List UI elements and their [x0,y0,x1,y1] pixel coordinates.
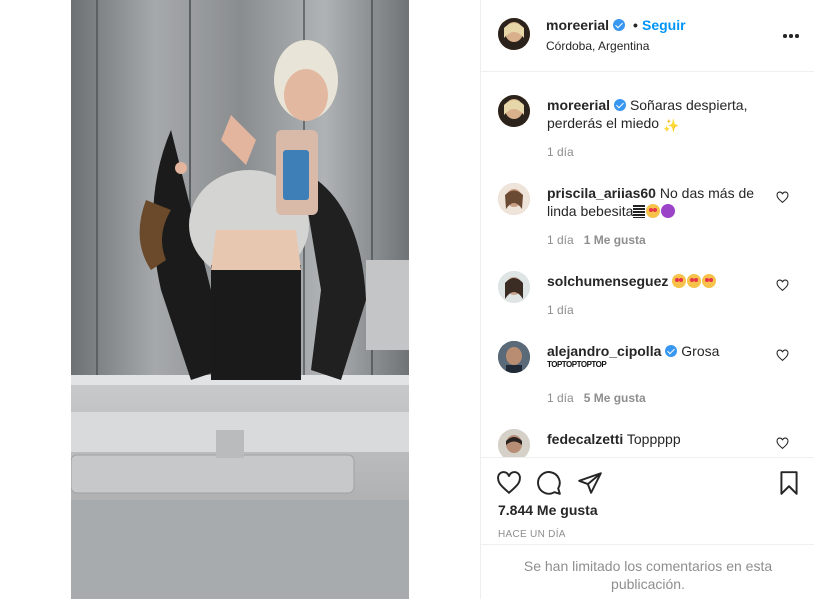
verified-icon [665,345,678,357]
post-time[interactable]: Hace un día [498,529,566,540]
verified-icon [614,99,627,111]
comments-list[interactable]: moreerial Soñaras despierta, perderás el… [481,73,814,457]
heart-eyes-icon [702,274,717,288]
devil-icon [661,204,676,218]
comment-meta: 1 día [547,145,574,159]
avatar-image [498,95,530,127]
comment-text: fedecalzetti Toppppp [547,430,767,448]
comment-meta: 1 día 5 Me gusta [547,391,646,405]
comment-likes[interactable]: 1 Me gusta [584,233,646,247]
comment-time[interactable]: 1 día [547,145,574,159]
comment-username[interactable]: alejandro_cipolla [547,343,661,359]
commenter-avatar[interactable] [498,429,530,457]
avatar-image [498,183,530,215]
sparkles-icon: ✨ [662,118,680,133]
comment-likes[interactable]: 5 Me gusta [584,391,646,405]
avatar-image [498,271,530,303]
post-actions: 7.844 Me gusta Hace un día Se han limita… [481,457,814,599]
comment-text: solchumenseguez [547,272,767,290]
media-pane [0,0,480,599]
comment-text: alejandro_cipolla Grosa TOPTOPTOPTOP [547,342,767,369]
elevator-selfie-image [71,0,409,599]
heart-eyes-icon [672,274,687,288]
more-options-icon[interactable] [783,34,799,38]
caption-avatar[interactable] [498,95,530,127]
like-comment-heart-icon[interactable] [776,437,789,450]
bookmark-icon[interactable] [776,470,802,496]
comment-text: priscila_ariias60 No das más de linda be… [547,184,767,220]
commenter-avatar[interactable] [498,271,530,303]
comment-icon[interactable] [536,470,562,496]
comment-username[interactable]: fedecalzetti [547,431,623,447]
comments-limited-notice: Se han limitado los comentarios en esta … [481,544,814,599]
separator-dot: • [633,17,638,33]
avatar-image [498,341,530,373]
comment-username[interactable]: solchumenseguez [547,273,668,289]
heart-eyes-icon [687,274,702,288]
location-link[interactable]: Córdoba, Argentina [546,39,649,53]
avatar-image [498,429,530,457]
avatar-image [498,18,530,50]
post-header: moreerial • Seguir Córdoba, Argentina [481,0,814,72]
comment-meta: 1 día 1 Me gusta [547,233,646,247]
top-emoji-text: TOPTOPTOPTOP [547,360,607,369]
share-icon[interactable] [577,470,603,496]
heart-icon[interactable] [496,470,522,496]
author-avatar[interactable] [498,18,530,50]
like-comment-heart-icon[interactable] [776,349,789,362]
comment-username[interactable]: moreerial [547,97,610,113]
author-username[interactable]: moreerial [546,17,626,33]
like-comment-heart-icon[interactable] [776,279,789,292]
comment-time[interactable]: 1 día [547,233,574,247]
likes-count[interactable]: 7.844 Me gusta [498,502,598,518]
author-username-text[interactable]: moreerial [546,17,609,33]
verified-icon [613,19,626,31]
commenter-avatar[interactable] [498,183,530,215]
follow-button[interactable]: Seguir [642,17,686,33]
post-photo[interactable] [71,0,409,599]
comment-username[interactable]: priscila_ariias60 [547,185,656,201]
post-sidebar: moreerial • Seguir Córdoba, Argentina mo… [480,0,814,599]
comment-body: Grosa [681,343,720,359]
commenter-avatar[interactable] [498,341,530,373]
heart-eyes-icon [646,204,661,218]
comment-body: Toppppp [626,431,681,447]
comment-meta: 1 día [547,303,574,317]
caption-text: moreerial Soñaras despierta, perderás el… [547,96,767,135]
comment-time[interactable]: 1 día [547,391,574,405]
bars-icon [633,205,646,218]
comment-time[interactable]: 1 día [547,303,574,317]
like-comment-heart-icon[interactable] [776,191,789,204]
